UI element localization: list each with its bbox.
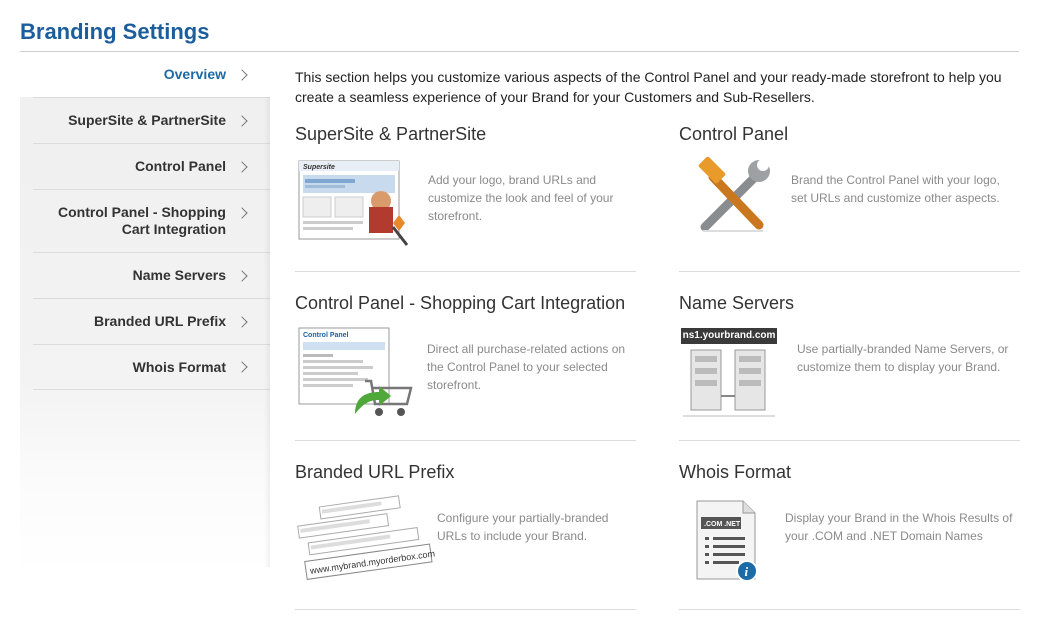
card-divider [295,609,636,610]
sidebar-item-name-servers[interactable]: Name Servers [33,252,270,298]
card-supersite[interactable]: SuperSite & PartnerSite Supersite Add yo… [295,124,636,267]
card-divider [679,440,1020,441]
chevron-right-icon [236,361,248,373]
sidebar-item-supersite[interactable]: SuperSite & PartnerSite [33,97,270,143]
card-title[interactable]: Branded URL Prefix [295,462,636,483]
card-title[interactable]: Control Panel [679,124,1020,145]
sidebar-item-whois[interactable]: Whois Format [33,344,270,390]
sidebar-item-label: SuperSite & PartnerSite [68,112,226,128]
whois-document-icon: .COM .NET i [696,500,758,582]
card-divider [295,440,636,441]
sidebar-item-label: Whois Format [132,358,226,375]
chevron-right-icon [236,114,248,127]
card-divider [295,271,636,272]
sidebar-item-label: Control Panel [134,158,226,174]
sidebar-item-label: Control Panel - Shopping Cart Integratio… [58,204,226,237]
sidebar-item-label: Overview [163,66,226,82]
sidebar-item-label: Name Servers [132,267,226,283]
card-description: Brand the Control Panel with your logo, … [791,173,1000,205]
storefront-screenshot-icon: Supersite [298,160,409,246]
sidebar: Overview SuperSite & PartnerSite Control… [20,52,270,631]
name-server-label: ns1.yourbrand.com [681,328,777,344]
intro-text: This section helps you customize various… [295,69,1002,105]
card-title[interactable]: Whois Format [679,462,1020,483]
sidebar-item-label: Branded URL Prefix [94,313,226,329]
sidebar-item-overview[interactable]: Overview [20,52,270,97]
chevron-right-icon [236,68,248,81]
page-title: Branding Settings [20,19,210,44]
card-description: Use partially-branded Name Servers, or c… [797,342,1009,374]
chevron-right-icon [236,160,248,173]
card-title[interactable]: Name Servers [679,293,1020,314]
sidebar-item-control-panel[interactable]: Control Panel [33,143,270,189]
card-description: Configure your partially-branded URLs to… [437,511,609,543]
svg-text:i: i [745,564,749,579]
sidebar-item-branded-url[interactable]: Branded URL Prefix [33,298,270,344]
control-panel-image-text: Control Panel [303,332,349,339]
supersite-logo-text: Supersite [303,164,335,171]
card-description: Direct all purchase-related actions on t… [427,342,626,392]
card-control-panel[interactable]: Control Panel Brand the Control Panel wi… [679,124,1020,267]
card-branded-url[interactable]: Branded URL Prefix www.mybrand.myorderbo… [295,462,636,605]
sidebar-item-shopping-cart[interactable]: Control Panel - Shopping Cart Integratio… [33,189,270,252]
card-shopping-cart[interactable]: Control Panel - Shopping Cart Integratio… [295,293,636,436]
card-whois[interactable]: Whois Format .COM .NET i Display your Br… [679,462,1020,605]
card-name-servers[interactable]: Name Servers ns1.yourbrand.com Use parti… [679,293,1020,436]
chevron-right-icon [236,207,248,219]
card-divider [679,271,1020,272]
card-divider [679,609,1020,610]
card-title[interactable]: Control Panel - Shopping Cart Integratio… [295,293,636,314]
card-description: Display your Brand in the Whois Results … [785,511,1013,543]
whois-tld-text: .COM .NET [704,521,741,528]
card-description: Add your logo, brand URLs and customize … [428,173,614,223]
card-title[interactable]: SuperSite & PartnerSite [295,124,636,145]
shopping-cart-icon: Control Panel [298,327,413,416]
wrench-hammer-icon [698,157,770,232]
url-strips-icon: www.mybrand.myorderbox.com [297,495,435,580]
chevron-right-icon [236,315,248,328]
chevron-right-icon [236,269,248,282]
servers-icon [683,349,775,417]
